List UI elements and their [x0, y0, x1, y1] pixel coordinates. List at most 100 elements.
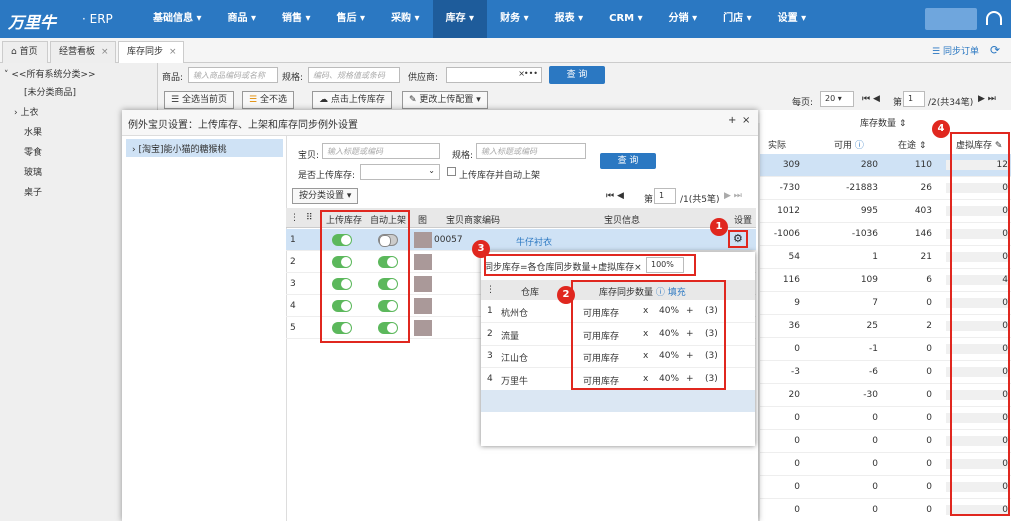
toggle-highlight	[320, 210, 410, 343]
user-account[interactable]	[925, 8, 977, 30]
table-cell: 0	[926, 367, 932, 377]
modal-pager-next[interactable]: ▶ ⏭	[724, 191, 742, 201]
nav-crm[interactable]: CRM ▾	[596, 0, 656, 38]
product-thumbnail	[414, 298, 432, 314]
table-cell: 0	[926, 436, 932, 446]
auto-list-checkbox[interactable]	[447, 167, 456, 176]
table-cell: -1006	[773, 229, 800, 239]
category-item[interactable]: [未分类商品]	[24, 85, 76, 98]
nav-distribution[interactable]: 分销 ▾	[656, 0, 711, 38]
per-page-label: 每页:	[792, 98, 814, 108]
menu-icon: ⋮	[290, 213, 299, 223]
table-cell: 0	[926, 459, 932, 469]
product-thumbnail	[414, 254, 432, 270]
more-icon: •••	[523, 69, 538, 78]
product-thumbnail	[414, 232, 432, 248]
product-info-link[interactable]: 牛仔衬衣	[516, 235, 552, 248]
step-badge: 1	[710, 218, 728, 236]
modal-spec-input[interactable]: 输入标题或编码	[476, 143, 586, 159]
category-item[interactable]: 玻璃	[24, 165, 42, 178]
table-cell: 116	[782, 275, 800, 285]
modal-page-input[interactable]: 1	[654, 188, 676, 204]
nav-settings[interactable]: 设置 ▾	[765, 0, 820, 38]
table-cell: 0	[872, 482, 878, 492]
upload-icon: ☁	[319, 95, 328, 105]
table-cell: 25	[866, 321, 878, 331]
pager-next[interactable]: ▶ ⏭	[978, 94, 996, 104]
row-number: 5	[290, 323, 296, 333]
page-input[interactable]: 1	[903, 91, 925, 107]
table-cell: 0	[926, 482, 932, 492]
nav-reports[interactable]: 报表 ▾	[542, 0, 597, 38]
nav-products[interactable]: 商品 ▾	[215, 0, 270, 38]
nav-sales[interactable]: 销售 ▾	[269, 0, 324, 38]
store-item[interactable]: › [淘宝]能小猫的糖猴桃	[126, 139, 283, 157]
close-icon[interactable]: ×	[169, 47, 177, 57]
pager-nav[interactable]: ⏮ ◀	[862, 94, 880, 104]
per-page-select[interactable]: 20 ▾	[820, 91, 854, 107]
nav-basic-info[interactable]: 基础信息 ▾	[140, 0, 215, 38]
supplier-select[interactable]: × •••	[446, 67, 542, 83]
warehouse-cell: 3	[487, 351, 493, 361]
refresh-icon[interactable]: ⟳	[990, 43, 1000, 57]
tab-inventory-sync[interactable]: 库存同步 ×	[118, 41, 184, 63]
table-cell: 0	[872, 436, 878, 446]
product-thumbnail	[414, 320, 432, 336]
table-cell: 0	[794, 436, 800, 446]
select-page-button[interactable]: ☰ 全选当前页	[164, 91, 234, 109]
category-settings-button[interactable]: 按分类设置 ▾	[292, 188, 359, 204]
tab-home[interactable]: ⌂ 首页	[2, 41, 48, 63]
warehouse-cell: 4	[487, 373, 493, 384]
category-item[interactable]: 水果	[24, 125, 42, 138]
table-cell: -3	[791, 367, 800, 377]
category-item[interactable]: › 上衣	[14, 105, 39, 118]
table-cell: 0	[926, 298, 932, 308]
nav-finance[interactable]: 财务 ▾	[487, 0, 542, 38]
table-cell: 0	[794, 505, 800, 515]
nav-inventory[interactable]: 库存 ▾	[432, 0, 488, 38]
query-button[interactable]: 查 询	[549, 66, 605, 84]
modal-query-button[interactable]: 查 询	[600, 153, 656, 169]
product-input[interactable]: 输入商品编码或名称	[188, 67, 278, 83]
baby-input[interactable]: 输入标题或编码	[322, 143, 440, 159]
table-cell: 2	[926, 321, 932, 331]
table-cell: 0	[926, 390, 932, 400]
warehouse-cell: 1	[487, 306, 493, 316]
store-list: › [淘宝]能小猫的糖猴桃	[122, 136, 287, 521]
table-cell: -6	[869, 367, 878, 377]
category-item[interactable]: 零食	[24, 145, 42, 158]
row-number: 3	[290, 279, 296, 289]
category-root[interactable]: ˅ <<所有系统分类>>	[4, 67, 96, 80]
table-cell: -1036	[851, 229, 878, 239]
step-badge: 3	[472, 240, 490, 258]
close-icon[interactable]: ×	[101, 47, 109, 57]
sync-order-link[interactable]: ☰ 同步订单	[932, 44, 979, 57]
info-icon: ⓘ	[854, 141, 864, 151]
nav-purchase[interactable]: 采购 ▾	[378, 0, 433, 38]
tab-bar: ⌂ 首页 经营看板 × 库存同步 ×	[0, 38, 1011, 63]
table-cell: 0	[794, 482, 800, 492]
headset-icon[interactable]	[986, 11, 1002, 25]
expand-icon[interactable]: +	[728, 115, 736, 126]
close-icon[interactable]: ×	[742, 115, 750, 126]
product-thumbnail	[414, 276, 432, 292]
upload-inventory-button[interactable]: ☁ 点击上传库存	[312, 91, 392, 109]
nav-stores[interactable]: 门店 ▾	[710, 0, 765, 38]
tab-dashboard[interactable]: 经营看板 ×	[50, 41, 116, 63]
spec-input[interactable]: 编码、规格值或条码	[308, 67, 400, 83]
table-cell: 0	[926, 413, 932, 423]
nav-after-sales[interactable]: 售后 ▾	[324, 0, 379, 38]
category-item[interactable]: 桌子	[24, 185, 42, 198]
top-nav: 万里牛 · ERP 基础信息 ▾ 商品 ▾ 销售 ▾ 售后 ▾ 采购 ▾ 库存 …	[0, 0, 1011, 38]
deselect-button[interactable]: ☰ 全不选	[242, 91, 294, 109]
table-cell: -730	[779, 183, 800, 193]
warehouse-cell: 江山仓	[501, 354, 529, 364]
upload-select[interactable]: ⌄	[360, 164, 440, 180]
modal-pager-nav[interactable]: ⏮ ◀	[606, 191, 624, 201]
step-badge: 4	[932, 120, 950, 138]
change-config-button[interactable]: ✎ 更改上传配置 ▾	[402, 91, 488, 109]
table-cell: 0	[794, 459, 800, 469]
table-cell: 1	[872, 252, 878, 262]
list-icon: ☰	[171, 95, 180, 105]
table-cell: 20	[788, 390, 800, 400]
